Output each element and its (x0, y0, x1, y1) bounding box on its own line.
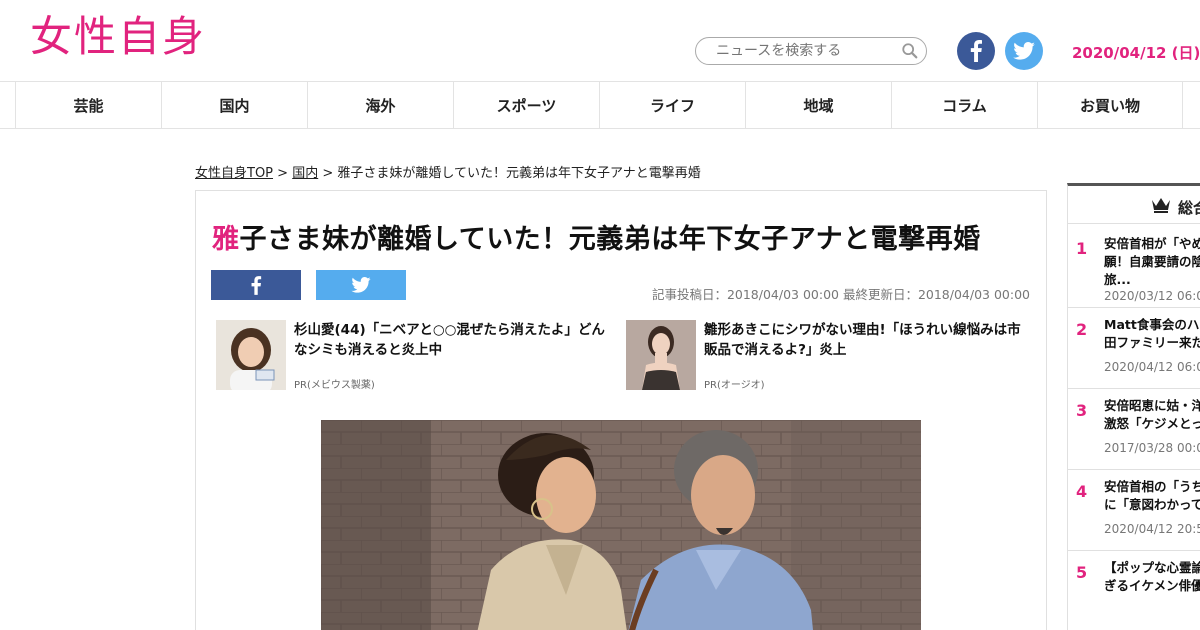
ranking-header: 総合 (1068, 186, 1200, 224)
rank-number: 5 (1076, 563, 1088, 582)
ranking-item[interactable]: 5 【ポップな心霊論 ぎるイケメン俳優 (1068, 551, 1200, 630)
breadcrumb-section-link[interactable]: 国内 (292, 166, 318, 181)
site-header: 女性自身 2020/04/12 (日) (0, 0, 1200, 82)
article-title: 雅子さま妹が離婚していた！元義弟は年下女子アナと電撃再婚 (212, 217, 981, 256)
nav-item-shopping[interactable]: お買い物 (1037, 82, 1183, 129)
ranking-item[interactable]: 4 安倍首相の「うち に「意図わかって 2020/04/12 20:53 (1068, 470, 1200, 551)
facebook-icon (251, 275, 262, 295)
current-date: 2020/04/12 (日) (1072, 44, 1200, 62)
nav-item-entertainment[interactable]: 芸能 (15, 82, 161, 129)
promo-item[interactable]: 雛形あきこにシワがない理由!「ほうれい線悩みは市販品で消えるよ?」炎上 PR(オ… (626, 320, 1026, 392)
rank-headline-line: 安倍昭恵に姑・洋 (1104, 398, 1200, 413)
breadcrumb-separator: > (273, 166, 293, 181)
rank-date: 2017/03/28 00:00 (1104, 441, 1200, 455)
search-icon[interactable] (901, 42, 919, 60)
rank-headline-line: 旅... (1104, 272, 1131, 287)
promo-headline[interactable]: 杉山愛(44)「ニベアと○○混ぜたら消えたよ」どんなシミも消えると炎上中 (294, 320, 612, 360)
promo-sponsor-label: PR(オージオ) (704, 380, 765, 391)
article-dates: 記事投稿日：2018/04/03 00:00 最終更新日：2018/04/03 … (651, 287, 1030, 302)
breadcrumb-current: 雅子さま妹が離婚していた！元義弟は年下女子アナと電撃再婚 (337, 166, 701, 181)
main-nav: 芸能 国内 海外 スポーツ ライフ 地域 コラム お買い物 (0, 82, 1200, 129)
rank-headline-line: に「意図わかって (1104, 497, 1200, 512)
rank-headline-line: 安倍首相が「やめ (1104, 236, 1200, 251)
ranking-item[interactable]: 2 Matt食事会のハフ 田ファミリー来た 2020/04/12 06:00 (1068, 308, 1200, 389)
breadcrumb: 女性自身TOP > 国内 > 雅子さま妹が離婚していた！元義弟は年下女子アナと電… (195, 162, 701, 181)
rank-headline[interactable]: 安倍首相が「やめ 願！自粛要請の陰 旅... (1104, 235, 1200, 289)
ranking-item[interactable]: 1 安倍首相が「やめ 願！自粛要請の陰 旅... 2020/03/12 06:0… (1068, 227, 1200, 308)
twitter-icon[interactable] (1005, 32, 1043, 70)
rank-number: 1 (1076, 239, 1088, 258)
promo-sponsor-label: PR(メビウス製薬) (294, 380, 375, 391)
rank-headline-line: 激怒「ケジメとっ (1104, 416, 1200, 431)
rank-headline[interactable]: 安倍首相の「うち に「意図わかって (1104, 478, 1200, 514)
rank-headline[interactable]: 【ポップな心霊論 ぎるイケメン俳優 (1104, 559, 1200, 595)
rank-headline-line: ぎるイケメン俳優 (1104, 578, 1200, 593)
rank-headline-line: Matt食事会のハフ (1104, 317, 1200, 332)
article-photo (321, 420, 921, 630)
nav-item-region[interactable]: 地域 (745, 82, 891, 129)
promo-item[interactable]: 杉山愛(44)「ニベアと○○混ぜたら消えたよ」どんなシミも消えると炎上中 PR(… (216, 320, 616, 392)
nav-item-domestic[interactable]: 国内 (161, 82, 307, 129)
breadcrumb-home-link[interactable]: 女性自身TOP (195, 166, 273, 181)
rank-number: 3 (1076, 401, 1088, 420)
rank-date: 2020/03/12 06:00 (1104, 289, 1200, 303)
title-text: 子さま妹が離婚していた！元義弟は年下女子アナと電撃再婚 (239, 224, 981, 255)
rank-date: 2020/04/12 06:00 (1104, 360, 1200, 374)
promo-headline[interactable]: 雛形あきこにシワがない理由!「ほうれい線悩みは市販品で消えるよ?」炎上 (704, 320, 1022, 360)
promo-thumbnail[interactable] (216, 320, 286, 390)
share-facebook-button[interactable] (211, 270, 301, 300)
nav-item-overseas[interactable]: 海外 (307, 82, 453, 129)
rank-date: 2020/04/12 20:53 (1104, 522, 1200, 536)
twitter-icon (351, 277, 371, 293)
ranking-item[interactable]: 3 安倍昭恵に姑・洋 激怒「ケジメとっ 2017/03/28 00:00 (1068, 389, 1200, 470)
breadcrumb-separator: > (318, 166, 338, 181)
nav-item-column[interactable]: コラム (891, 82, 1037, 129)
rank-headline-line: 願！自粛要請の陰 (1104, 254, 1200, 269)
nav-item-life[interactable]: ライフ (599, 82, 745, 129)
rank-headline[interactable]: Matt食事会のハフ 田ファミリー来た (1104, 316, 1200, 352)
ranking-heading: 総合 (1178, 199, 1200, 217)
facebook-icon[interactable] (957, 32, 995, 70)
rank-headline-line: 田ファミリー来た (1104, 335, 1200, 350)
rank-headline[interactable]: 安倍昭恵に姑・洋 激怒「ケジメとっ (1104, 397, 1200, 433)
title-accent-char: 雅 (212, 224, 240, 255)
article-card: 雅子さま妹が離婚していた！元義弟は年下女子アナと電撃再婚 記事投稿日：2018/… (195, 190, 1047, 630)
ranking-sidebar: 総合 1 安倍首相が「やめ 願！自粛要請の陰 旅... 2020/03/12 0… (1067, 183, 1200, 630)
site-logo[interactable]: 女性自身 (30, 16, 206, 58)
crown-icon (1152, 198, 1170, 213)
rank-number: 2 (1076, 320, 1088, 339)
promo-thumbnail[interactable] (626, 320, 696, 390)
rank-headline-line: 【ポップな心霊論 (1104, 560, 1200, 575)
rank-number: 4 (1076, 482, 1088, 501)
share-twitter-button[interactable] (316, 270, 406, 300)
search-input[interactable] (695, 37, 927, 65)
rank-headline-line: 安倍首相の「うち (1104, 479, 1200, 494)
nav-item-sports[interactable]: スポーツ (453, 82, 599, 129)
